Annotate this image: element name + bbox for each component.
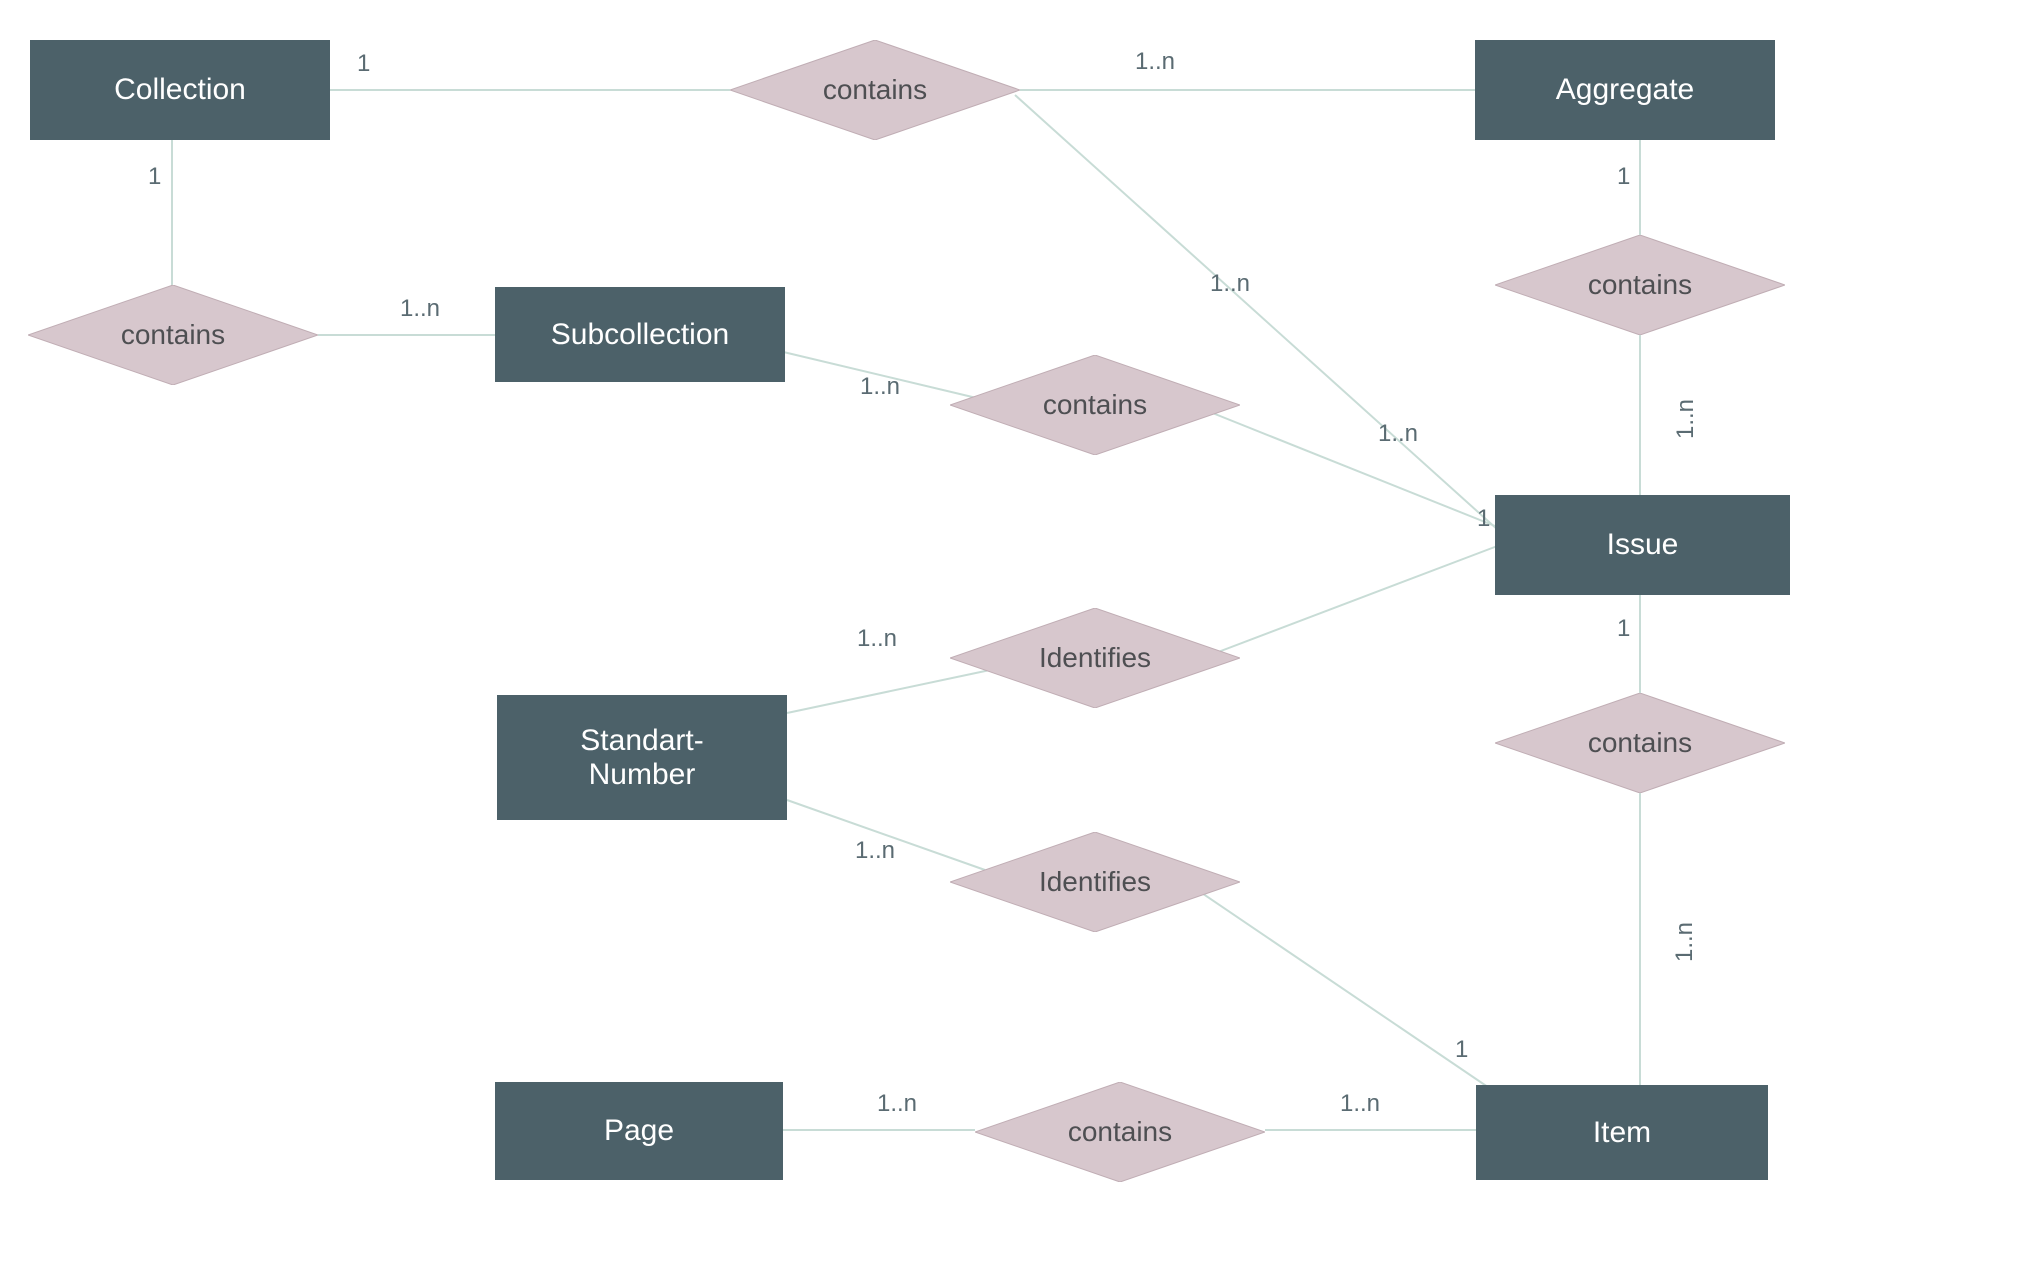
card-contains-diag-issue-1n: 1..n [1210,270,1250,298]
entity-subcollection: Subcollection [495,287,785,382]
entity-page-label: Page [604,1114,674,1148]
card-contains-item-1n: 1..n [1671,922,1699,962]
card-aggregate-down-1: 1 [1617,163,1630,191]
relation-label: contains [1043,389,1147,421]
relation-label: contains [1588,727,1692,759]
relation-label: contains [1588,269,1692,301]
relation-label: Identifies [1039,642,1151,674]
card-identifies-issue-1: 1 [1477,505,1490,533]
card-contains-item-bot-1n: 1..n [1340,1090,1380,1118]
card-sn-identifies-bot-1n: 1..n [855,837,895,865]
relation-label: Identifies [1039,866,1151,898]
entity-collection-label: Collection [114,73,246,107]
card-identifies-item-1: 1 [1455,1036,1468,1064]
relation-aggregate-contains-issue: contains [1495,235,1785,335]
entity-issue: Issue [1495,495,1790,595]
entity-aggregate-label: Aggregate [1556,73,1694,107]
relation-collection-contains-aggregate: contains [730,40,1020,140]
card-collection-contains-1: 1 [357,50,370,78]
card-contains-aggregate-1n: 1..n [1135,48,1175,76]
entity-aggregate: Aggregate [1475,40,1775,140]
relation-label: contains [121,319,225,351]
relation-collection-contains-subcollection: contains [28,285,318,385]
relation-identifies-issue: Identifies [950,608,1240,708]
relation-issue-contains-item: contains [1495,693,1785,793]
entity-page: Page [495,1082,783,1180]
entity-subcollection-label: Subcollection [551,318,729,352]
entity-item: Item [1476,1085,1768,1180]
entity-collection: Collection [30,40,330,140]
relation-label: contains [823,74,927,106]
entity-item-label: Item [1593,1116,1651,1150]
card-contains-issue-mid-1n: 1..n [1378,420,1418,448]
card-contains-subcollection-1n: 1..n [400,295,440,323]
relation-identifies-item: Identifies [950,832,1240,932]
relation-label: contains [1068,1116,1172,1148]
card-page-contains-1n: 1..n [877,1090,917,1118]
er-diagram-canvas: Collection Aggregate Subcollection Issue… [0,0,2034,1284]
entity-issue-label: Issue [1607,528,1679,562]
card-contains-issue-1n: 1..n [1672,399,1700,439]
entity-standart-number-label: Standart- Number [580,724,703,792]
card-sn-identifies-top-1n: 1..n [857,625,897,653]
relation-subcollection-contains-issue: contains [950,355,1240,455]
card-collection-down-1: 1 [148,163,161,191]
relation-page-contains-item: contains [975,1082,1265,1182]
card-subcollection-contains-1n: 1..n [860,373,900,401]
entity-standart-number: Standart- Number [497,695,787,820]
card-issue-down-1: 1 [1617,615,1630,643]
